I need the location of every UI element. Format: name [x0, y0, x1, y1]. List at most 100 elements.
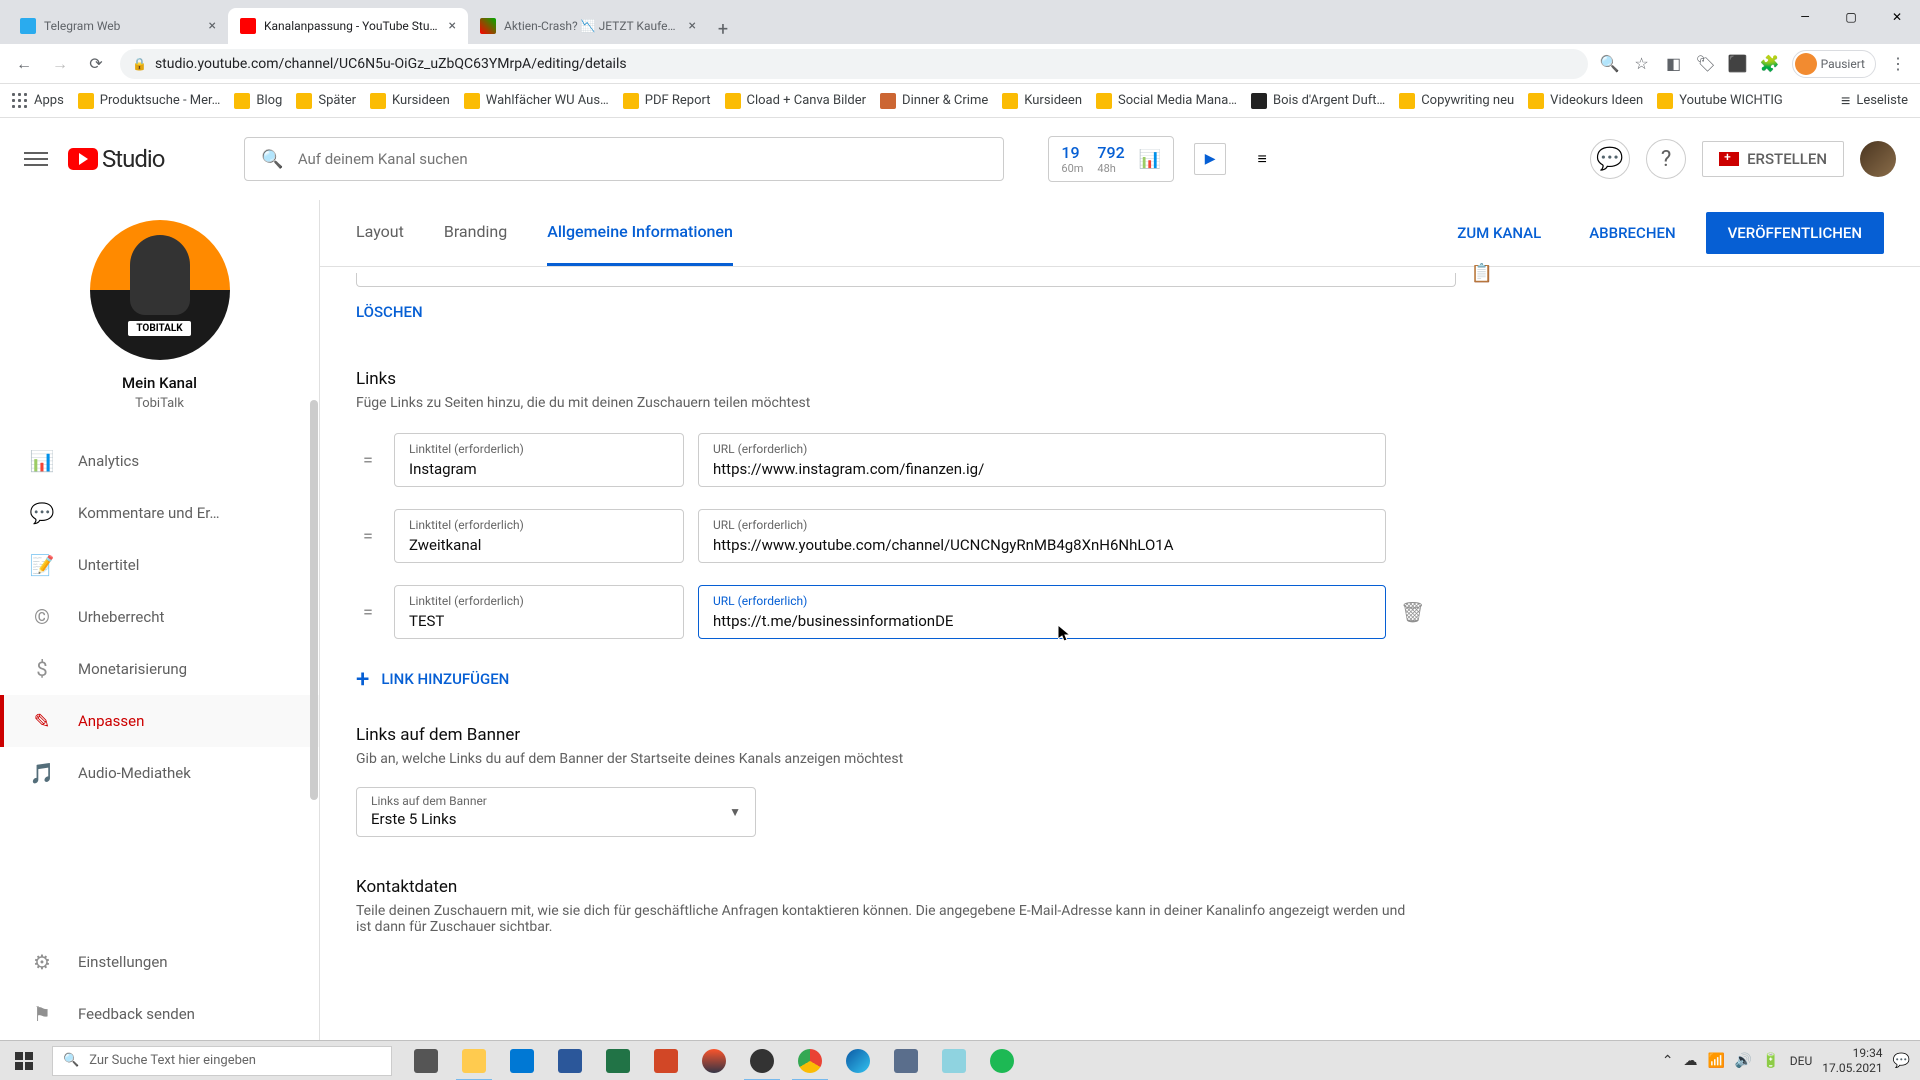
- delete-row-icon[interactable]: 🗑: [1400, 600, 1424, 624]
- taskbar-app-chrome[interactable]: [786, 1041, 834, 1080]
- sidebar-item-analytics[interactable]: 📊Analytics: [0, 435, 319, 487]
- to-channel-button[interactable]: ZUM KANAL: [1439, 212, 1559, 254]
- link-url-field[interactable]: URL (erforderlich): [698, 509, 1386, 563]
- stats-box[interactable]: 19 60m 792 48h 📊: [1048, 136, 1174, 182]
- sidebar-item-comments[interactable]: 💬Kommentare und Er…: [0, 487, 319, 539]
- start-button[interactable]: [0, 1041, 48, 1080]
- tray-volume-icon[interactable]: 🔊: [1735, 1053, 1752, 1069]
- publish-button[interactable]: VERÖFFENTLICHEN: [1706, 212, 1884, 254]
- taskbar-app-word[interactable]: [546, 1041, 594, 1080]
- apps-bookmark[interactable]: Apps: [12, 93, 64, 109]
- task-view-button[interactable]: [402, 1041, 450, 1080]
- user-avatar[interactable]: [1860, 141, 1896, 177]
- burger-menu-button[interactable]: [24, 147, 48, 171]
- view-button[interactable]: ▶: [1194, 143, 1226, 175]
- extensions-icon[interactable]: 🧩: [1760, 54, 1780, 74]
- extension-icon[interactable]: ⬛: [1728, 54, 1748, 74]
- tab-general-info[interactable]: Allgemeine Informationen: [547, 200, 733, 266]
- bookmark[interactable]: Copywriting neu: [1399, 93, 1514, 109]
- tab-layout[interactable]: Layout: [356, 200, 404, 266]
- profile-chip[interactable]: Pausiert: [1792, 50, 1876, 78]
- taskbar-app-notepad[interactable]: [930, 1041, 978, 1080]
- search-input[interactable]: [298, 150, 988, 168]
- link-url-field[interactable]: URL (erforderlich): [698, 433, 1386, 487]
- sidebar-item-settings[interactable]: ⚙Einstellungen: [0, 936, 319, 988]
- forward-button[interactable]: →: [48, 52, 72, 76]
- add-link-button[interactable]: + LINK HINZUFÜGEN: [356, 665, 1484, 693]
- delete-button[interactable]: LÖSCHEN: [356, 287, 1484, 337]
- drag-handle-icon[interactable]: =: [356, 450, 380, 471]
- link-title-input[interactable]: [409, 608, 669, 630]
- tray-chevron-icon[interactable]: ⌃: [1662, 1053, 1674, 1069]
- sidebar-item-subtitles[interactable]: 📝Untertitel: [0, 539, 319, 591]
- link-title-input[interactable]: [409, 532, 669, 554]
- bookmark[interactable]: Youtube WICHTIG: [1657, 93, 1783, 109]
- channel-avatar[interactable]: TOBITALK: [90, 220, 230, 360]
- close-icon[interactable]: ×: [449, 18, 456, 34]
- bookmark[interactable]: Blog: [234, 93, 282, 109]
- sidebar-item-customize[interactable]: ✎Anpassen: [0, 695, 319, 747]
- star-icon[interactable]: ☆: [1632, 54, 1652, 74]
- maximize-button[interactable]: ▢: [1828, 0, 1874, 34]
- browser-tab-active[interactable]: Kanalanpassung - YouTube Studio ×: [228, 8, 468, 44]
- taskbar-app-explorer[interactable]: [450, 1041, 498, 1080]
- create-button[interactable]: ERSTELLEN: [1702, 141, 1844, 177]
- drag-handle-icon[interactable]: =: [356, 602, 380, 623]
- taskbar-app-spotify[interactable]: [978, 1041, 1026, 1080]
- bookmark[interactable]: Produktsuche - Mer…: [78, 93, 221, 109]
- sidebar-item-copyright[interactable]: ©Urheberrecht: [0, 591, 319, 643]
- bookmark[interactable]: Videokurs Ideen: [1528, 93, 1643, 109]
- taskbar-app-brave[interactable]: [690, 1041, 738, 1080]
- minimize-button[interactable]: —: [1782, 0, 1828, 34]
- reading-list-button[interactable]: ≡Leseliste: [1841, 91, 1908, 111]
- back-button[interactable]: ←: [12, 52, 36, 76]
- browser-tab[interactable]: Telegram Web ×: [8, 8, 228, 44]
- bookmark[interactable]: Social Media Mana…: [1096, 93, 1237, 109]
- drag-handle-icon[interactable]: =: [356, 526, 380, 547]
- extension-icon[interactable]: ◧: [1664, 54, 1684, 74]
- language-indicator[interactable]: DEU: [1790, 1054, 1812, 1068]
- taskbar-app[interactable]: [882, 1041, 930, 1080]
- link-title-input[interactable]: [409, 456, 669, 478]
- trash-icon[interactable]: 📋: [1471, 263, 1493, 284]
- help-icon[interactable]: ?: [1646, 139, 1686, 179]
- reload-button[interactable]: ⟳: [84, 52, 108, 76]
- bookmark[interactable]: Wahlfächer WU Aus…: [464, 93, 609, 109]
- new-tab-button[interactable]: +: [708, 14, 738, 44]
- bookmark[interactable]: Später: [296, 93, 356, 109]
- notification-icon[interactable]: 💬: [1893, 1053, 1910, 1069]
- channel-search[interactable]: 🔍: [244, 137, 1004, 181]
- close-icon[interactable]: ×: [689, 18, 696, 34]
- taskbar-app-obs[interactable]: [738, 1041, 786, 1080]
- bookmark[interactable]: Dinner & Crime: [880, 93, 988, 109]
- link-title-field[interactable]: Linktitel (erforderlich): [394, 433, 684, 487]
- tray-cloud-icon[interactable]: ☁: [1683, 1053, 1697, 1069]
- taskbar-app-excel[interactable]: [594, 1041, 642, 1080]
- tab-branding[interactable]: Branding: [444, 200, 507, 266]
- link-title-field[interactable]: Linktitel (erforderlich): [394, 509, 684, 563]
- link-url-input[interactable]: [713, 608, 1371, 630]
- banner-links-select[interactable]: Links auf dem Banner Erste 5 Links ▼: [356, 787, 756, 837]
- address-bar[interactable]: 🔒 studio.youtube.com/channel/UC6N5u-OiGz…: [120, 49, 1588, 79]
- bookmark[interactable]: Kursideen: [370, 93, 450, 109]
- tray-wifi-icon[interactable]: 📶: [1707, 1053, 1724, 1069]
- taskbar-app-mail[interactable]: [498, 1041, 546, 1080]
- link-url-field[interactable]: URL (erforderlich): [698, 585, 1386, 639]
- sidebar-item-audio[interactable]: 🎵Audio-Mediathek: [0, 747, 319, 799]
- browser-tab[interactable]: Aktien-Crash? 📉 JETZT Kaufen o… ×: [468, 8, 708, 44]
- taskbar-search[interactable]: 🔍 Zur Suche Text hier eingeben: [52, 1046, 392, 1076]
- bookmark[interactable]: Cload + Canva Bilder: [725, 93, 867, 109]
- taskbar-app-edge[interactable]: [834, 1041, 882, 1080]
- link-title-field[interactable]: Linktitel (erforderlich): [394, 585, 684, 639]
- bookmark[interactable]: Kursideen: [1002, 93, 1082, 109]
- menu-icon[interactable]: ⋮: [1888, 54, 1908, 74]
- tray-battery-icon[interactable]: 🔋: [1762, 1053, 1779, 1069]
- close-icon[interactable]: ×: [209, 18, 216, 34]
- extension-icon[interactable]: 🏷: [1696, 54, 1716, 74]
- scrollbar[interactable]: [310, 400, 318, 800]
- menu-button[interactable]: ≡: [1246, 143, 1278, 175]
- link-url-input[interactable]: [713, 456, 1371, 478]
- studio-logo[interactable]: Studio: [68, 145, 164, 173]
- link-url-input[interactable]: [713, 532, 1371, 554]
- chat-icon[interactable]: 💬: [1590, 139, 1630, 179]
